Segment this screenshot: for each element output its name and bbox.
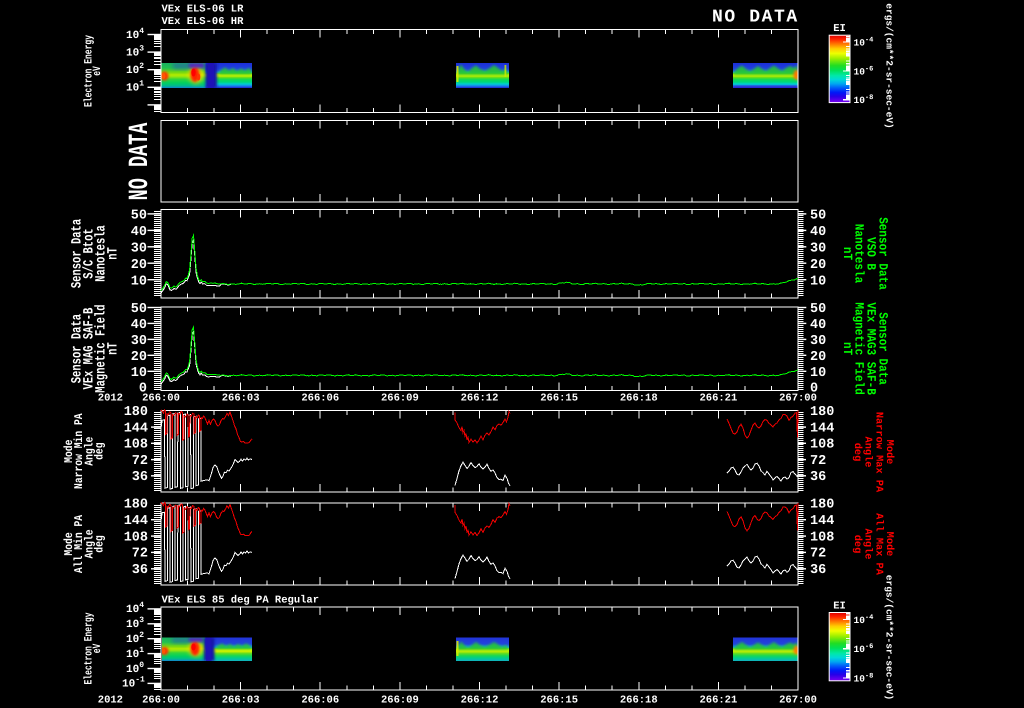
svg-text:180: 180: [810, 498, 834, 513]
svg-text:108: 108: [124, 530, 148, 545]
svg-text:2012: 2012: [98, 393, 123, 405]
svg-text:266:03: 266:03: [222, 695, 260, 707]
svg-text:NO DATA: NO DATA: [712, 8, 799, 28]
svg-text:deg: deg: [851, 535, 863, 554]
svg-text:EI: EI: [833, 23, 846, 35]
svg-text:266:09: 266:09: [381, 695, 419, 707]
svg-text:266:18: 266:18: [620, 695, 658, 707]
svg-text:266:12: 266:12: [461, 695, 499, 707]
svg-text:40: 40: [131, 225, 147, 240]
svg-text:36: 36: [810, 563, 826, 578]
svg-text:ergs/(cm**2-sr-sec-eV): ergs/(cm**2-sr-sec-eV): [884, 3, 895, 128]
svg-text:72: 72: [810, 547, 826, 562]
svg-text:20: 20: [131, 258, 147, 273]
svg-text:50: 50: [131, 209, 147, 224]
svg-text:36: 36: [810, 470, 826, 485]
svg-text:144: 144: [810, 421, 834, 436]
svg-text:10: 10: [810, 274, 826, 289]
svg-text:266:06: 266:06: [301, 393, 339, 405]
svg-text:VEx MAG3 SAF-B: VEx MAG3 SAF-B: [863, 302, 877, 395]
svg-text:deg: deg: [93, 535, 106, 553]
svg-text:30: 30: [131, 241, 147, 256]
svg-text:20: 20: [131, 350, 147, 365]
svg-text:20: 20: [810, 350, 826, 365]
svg-text:72: 72: [132, 454, 148, 469]
svg-text:10: 10: [810, 366, 826, 381]
svg-text:180: 180: [124, 498, 148, 513]
svg-text:nT: nT: [839, 247, 853, 261]
svg-text:VEx ELS-06 LR: VEx ELS-06 LR: [162, 4, 245, 16]
svg-text:267:00: 267:00: [779, 393, 817, 405]
svg-text:nT: nT: [106, 247, 122, 260]
svg-text:266:00: 266:00: [142, 393, 180, 405]
svg-text:266:03: 266:03: [222, 393, 260, 405]
svg-text:VEx ELS 85 deg PA Regular: VEx ELS 85 deg PA Regular: [162, 595, 320, 607]
svg-text:144: 144: [810, 514, 834, 529]
svg-text:ergs/(cm**2-sr-sec-eV): ergs/(cm**2-sr-sec-eV): [884, 575, 895, 700]
svg-text:266:09: 266:09: [381, 393, 419, 405]
svg-text:144: 144: [124, 421, 148, 436]
svg-text:30: 30: [810, 334, 826, 349]
svg-text:50: 50: [131, 302, 147, 317]
svg-text:30: 30: [131, 334, 147, 349]
svg-text:50: 50: [810, 209, 826, 224]
svg-text:267:00: 267:00: [779, 695, 817, 707]
svg-text:72: 72: [132, 547, 148, 562]
svg-text:36: 36: [132, 470, 148, 485]
svg-text:266:06: 266:06: [301, 695, 339, 707]
svg-text:deg: deg: [851, 443, 863, 462]
svg-text:Sensor Data: Sensor Data: [875, 217, 889, 290]
svg-text:266:00: 266:00: [142, 695, 180, 707]
svg-text:VSO B: VSO B: [863, 237, 877, 270]
svg-text:108: 108: [124, 438, 148, 453]
svg-text:2012: 2012: [98, 695, 123, 707]
svg-text:nT: nT: [839, 342, 853, 356]
svg-text:30: 30: [810, 241, 826, 256]
svg-text:40: 40: [131, 318, 147, 333]
svg-text:Sensor Data: Sensor Data: [875, 312, 889, 385]
svg-text:20: 20: [810, 258, 826, 273]
svg-text:50: 50: [810, 302, 826, 317]
svg-text:Magnetic Field: Magnetic Field: [851, 302, 865, 394]
svg-text:40: 40: [810, 225, 826, 240]
svg-text:Nanotesla: Nanotesla: [851, 224, 865, 284]
svg-text:VEx ELS-06 HR: VEx ELS-06 HR: [162, 16, 245, 28]
svg-text:NO DATA: NO DATA: [124, 122, 156, 201]
svg-text:108: 108: [810, 438, 834, 453]
svg-text:nT: nT: [106, 342, 122, 355]
svg-text:144: 144: [124, 514, 148, 529]
svg-text:72: 72: [810, 454, 826, 469]
svg-text:eV: eV: [92, 644, 105, 654]
svg-text:eV: eV: [92, 66, 105, 76]
svg-text:266:21: 266:21: [699, 695, 737, 707]
svg-text:36: 36: [132, 563, 148, 578]
svg-text:180: 180: [810, 405, 834, 420]
svg-text:180: 180: [124, 405, 148, 420]
svg-text:EI: EI: [833, 601, 846, 613]
svg-text:266:12: 266:12: [461, 393, 499, 405]
svg-text:108: 108: [810, 530, 834, 545]
svg-text:266:15: 266:15: [540, 393, 578, 405]
svg-text:deg: deg: [93, 442, 106, 460]
svg-text:10: 10: [131, 274, 147, 289]
svg-text:266:15: 266:15: [540, 695, 578, 707]
svg-text:266:21: 266:21: [699, 393, 737, 405]
svg-text:40: 40: [810, 318, 826, 333]
svg-text:266:18: 266:18: [620, 393, 658, 405]
svg-text:10: 10: [131, 366, 147, 381]
